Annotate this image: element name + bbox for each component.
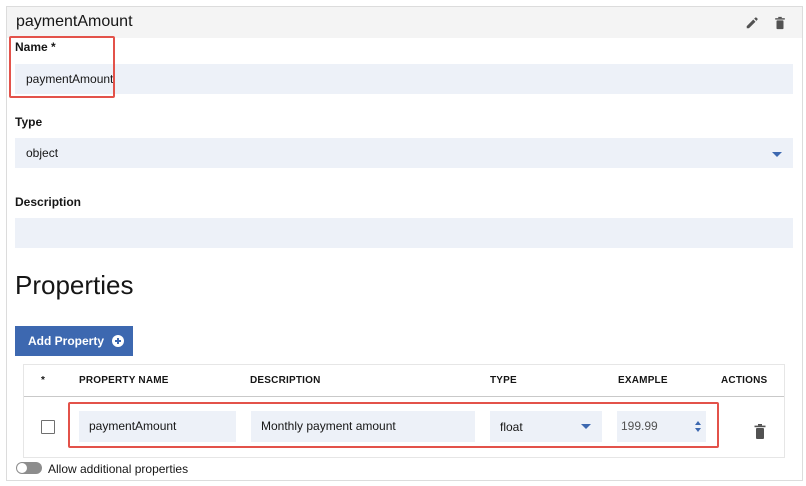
name-input[interactable]: paymentAmount (15, 64, 793, 94)
add-property-button[interactable]: Add Property (15, 326, 133, 356)
card-title: paymentAmount (16, 13, 133, 30)
toggle-knob (17, 463, 27, 473)
name-label: Name * (15, 40, 56, 54)
pencil-icon[interactable] (745, 16, 759, 30)
column-description[interactable]: DESCRIPTION (250, 375, 321, 386)
allow-additional-label: Allow additional properties (48, 462, 189, 476)
property-name-input[interactable]: paymentAmount (79, 411, 236, 442)
stepper-icon[interactable] (694, 420, 702, 434)
allow-additional-toggle[interactable] (16, 462, 42, 474)
type-label: Type (15, 115, 43, 129)
card-header: paymentAmount (7, 7, 802, 38)
type-select[interactable]: object (15, 138, 793, 168)
column-actions: ACTIONS (721, 375, 768, 386)
column-type[interactable]: TYPE (490, 375, 517, 386)
type-chevron-down-icon (581, 424, 591, 429)
trash-icon[interactable] (773, 16, 787, 30)
property-example-input[interactable]: 199.99 (617, 411, 706, 442)
column-property-name[interactable]: PROPERTY NAME (79, 375, 169, 386)
row-trash-icon[interactable] (754, 424, 766, 439)
column-example[interactable]: EXAMPLE (618, 375, 668, 386)
required-checkbox[interactable] (41, 420, 55, 434)
add-property-label: Add Property (28, 334, 105, 348)
table-header-divider (24, 396, 784, 397)
chevron-down-icon (772, 152, 782, 157)
description-label: Description (15, 195, 82, 209)
properties-heading: Properties (15, 270, 134, 300)
column-required: * (41, 375, 46, 386)
description-input[interactable] (15, 218, 793, 248)
add-circle-icon (112, 335, 125, 347)
property-description-input[interactable]: Monthly payment amount (251, 411, 475, 442)
